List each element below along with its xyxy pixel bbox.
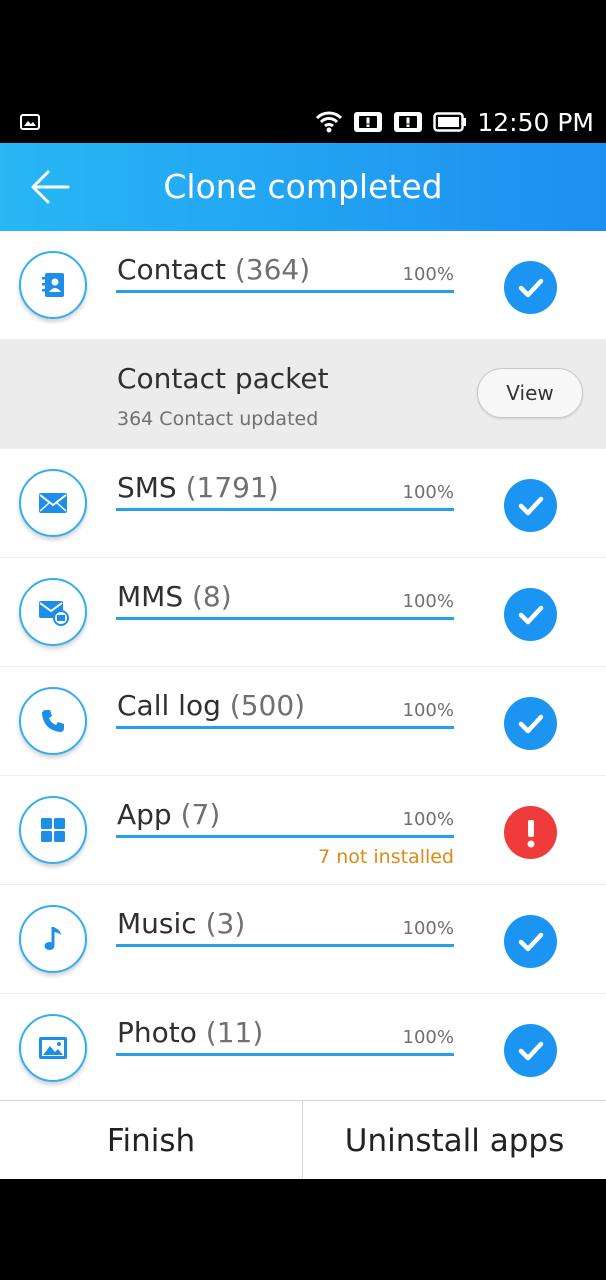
item-percent: 100% [402, 591, 454, 612]
list-item-call-log[interactable]: Call log (500) 100% [0, 667, 606, 776]
success-check-icon [504, 261, 557, 314]
item-name: App (7) [117, 798, 221, 831]
item-percent: 100% [402, 700, 454, 721]
progress-bar [116, 835, 454, 838]
alert-icon [394, 112, 423, 132]
list-item-music[interactable]: Music (3) 100% [0, 885, 606, 994]
view-button[interactable]: View [477, 368, 583, 418]
contact-book-icon [19, 251, 87, 319]
music-note-icon [19, 905, 87, 973]
item-name: Music (3) [117, 907, 246, 940]
item-percent: 100% [402, 264, 454, 285]
success-check-icon [504, 915, 557, 968]
status-bar: 12:50 PM [0, 100, 606, 143]
progress-bar [116, 1053, 454, 1056]
status-icons: 12:50 PM [315, 106, 594, 138]
finish-button[interactable]: Finish [0, 1101, 302, 1179]
list-item-mms[interactable]: MMS (8) 100% [0, 558, 606, 667]
item-percent: 100% [402, 809, 454, 830]
success-check-icon [504, 588, 557, 641]
success-check-icon [504, 697, 557, 750]
mms-envelope-icon [19, 578, 87, 646]
uninstall-apps-button[interactable]: Uninstall apps [303, 1101, 606, 1179]
app-bar: Clone completed [0, 143, 606, 231]
error-exclamation-icon [504, 806, 557, 859]
clone-result-list[interactable]: Contact (364) 100% Contact packet 364 Co… [0, 231, 606, 1100]
item-percent: 100% [402, 918, 454, 939]
not-installed-note: 7 not installed [318, 846, 454, 868]
page-title: Clone completed [163, 167, 443, 206]
item-name: Contact (364) [117, 253, 311, 286]
bottom-action-bar: Finish Uninstall apps [0, 1100, 606, 1179]
alert-icon [354, 112, 383, 132]
phone-icon [19, 687, 87, 755]
progress-bar [116, 944, 454, 947]
status-time: 12:50 PM [477, 107, 594, 137]
picture-icon [19, 1014, 87, 1082]
item-percent: 100% [402, 482, 454, 503]
success-check-icon [504, 1024, 557, 1077]
list-item-contact[interactable]: Contact (364) 100% [0, 231, 606, 340]
top-black-area [0, 0, 606, 100]
list-item-photo[interactable]: Photo (11) 100% [0, 994, 606, 1100]
image-notification-icon [20, 114, 40, 130]
progress-bar [116, 617, 454, 620]
list-item-sms[interactable]: SMS (1791) 100% [0, 449, 606, 558]
packet-subtitle: 364 Contact updated [117, 408, 319, 430]
list-item-app[interactable]: App (7) 100% 7 not installed [0, 776, 606, 885]
success-check-icon [504, 479, 557, 532]
progress-bar [116, 726, 454, 729]
battery-icon [433, 112, 467, 132]
item-name: Photo (11) [117, 1016, 264, 1049]
item-name: SMS (1791) [117, 471, 279, 504]
item-name: Call log (500) [117, 689, 306, 722]
envelope-icon [19, 469, 87, 537]
contact-packet-panel: Contact packet 364 Contact updated View [0, 340, 606, 449]
progress-bar [116, 290, 454, 293]
packet-title: Contact packet [117, 362, 329, 395]
app-grid-icon [19, 796, 87, 864]
item-percent: 100% [402, 1027, 454, 1048]
progress-bar [116, 508, 454, 511]
bottom-black-area [0, 1179, 606, 1280]
wifi-icon [316, 111, 343, 133]
item-name: MMS (8) [117, 580, 232, 613]
